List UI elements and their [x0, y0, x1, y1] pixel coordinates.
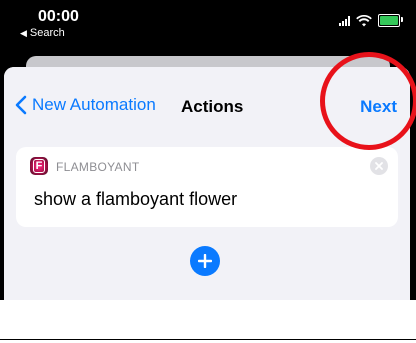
back-triangle-icon: ◀	[20, 27, 27, 38]
navigation-bar: New Automation Actions Next	[4, 67, 410, 139]
page-title: Actions	[181, 97, 244, 116]
app-icon-letter: F	[32, 159, 46, 173]
status-back-link[interactable]: ◀ Search	[20, 27, 65, 39]
status-back-label: Search	[29, 27, 65, 39]
phone-screen: 00:00 ◀ Search New Automation Actions Ne…	[0, 0, 416, 300]
action-text[interactable]: show a flamboyant flower	[34, 189, 237, 210]
plus-icon	[198, 254, 212, 268]
divider-line	[0, 339, 416, 340]
actions-sheet: New Automation Actions Next F FLAMBOYANT…	[4, 67, 410, 300]
remove-action-button[interactable]	[370, 157, 388, 175]
next-button[interactable]: Next	[360, 97, 397, 117]
action-card[interactable]: F FLAMBOYANT show a flamboyant flower	[16, 147, 398, 227]
battery-icon	[378, 14, 403, 27]
action-app-name: FLAMBOYANT	[56, 160, 140, 174]
status-time: 00:00	[38, 8, 79, 25]
flamboyant-app-icon: F	[30, 157, 48, 175]
add-action-button[interactable]	[190, 246, 220, 276]
status-icons	[339, 14, 403, 27]
close-icon	[375, 162, 383, 170]
cellular-signal-icon	[339, 15, 350, 26]
chevron-left-icon	[15, 95, 27, 115]
new-automation-back-button[interactable]: New Automation	[14, 95, 156, 115]
wifi-icon	[356, 14, 372, 26]
back-button-label: New Automation	[32, 95, 156, 114]
